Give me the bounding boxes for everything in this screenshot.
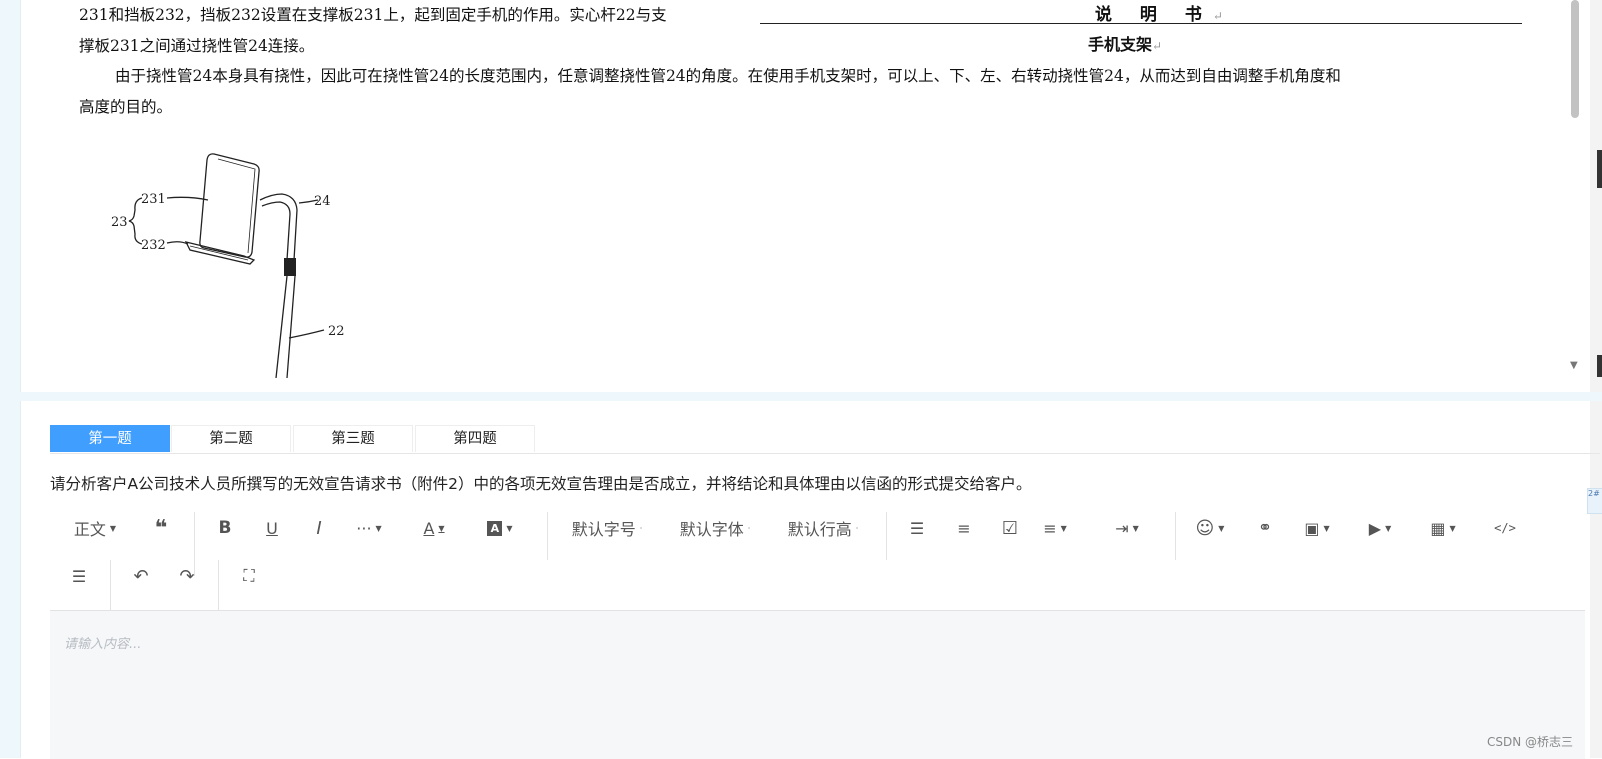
table-icon[interactable]: ▦ ▼: [1423, 512, 1463, 544]
bold-icon[interactable]: B: [210, 512, 240, 544]
figure-label-232: 232: [141, 238, 166, 253]
toolbar-separator: [547, 512, 548, 560]
emotion-icon[interactable]: ☺ ▼: [1190, 512, 1230, 544]
font-size-select[interactable]: 默认字号 ·: [562, 512, 652, 544]
figure-label-23: 23: [111, 215, 128, 230]
divider-icon[interactable]: ☰: [64, 560, 94, 592]
document-scrollbar-thumb[interactable]: [1571, 0, 1579, 118]
solid-rod: [275, 275, 288, 378]
more-icon[interactable]: ··· ▼: [350, 512, 388, 544]
toolbar-separator: [110, 560, 111, 610]
return-mark: ↵: [1212, 9, 1223, 23]
figure-label-231: 231: [141, 192, 166, 207]
toolbar-separator: [886, 512, 887, 560]
toolbar-separator: [1175, 512, 1176, 560]
doc-paragraph-line-3: 由于挠性管24本身具有挠性，因此可在挠性管24的长度范围内，任意调整挠性管24的…: [115, 67, 1341, 85]
edge-marker: [1597, 150, 1602, 188]
phone-stand-figure: 231 232 23 24 22: [111, 153, 345, 378]
underline-icon[interactable]: U: [257, 512, 287, 544]
image-icon[interactable]: ▣ ▼: [1297, 512, 1337, 544]
numbered-list-icon[interactable]: ≡: [949, 512, 979, 544]
question-text: 请分析客户A公司技术人员所撰写的无效宣告请求书（附件2）中的各项无效宣告理由是否…: [50, 475, 1032, 493]
font-family-select[interactable]: 默认字体 ·: [670, 512, 760, 544]
scroll-down-icon[interactable]: ▼: [1570, 360, 1578, 371]
font-color-icon[interactable]: A ▼: [415, 512, 453, 544]
doc-title-text: 说 明 书: [1095, 5, 1213, 25]
italic-icon[interactable]: I: [304, 512, 334, 544]
question-tabs: 第一题 第二题 第三题 第四题: [50, 425, 1600, 454]
edge-marker: [1597, 355, 1602, 377]
line-height-select[interactable]: 默认行高 ·: [778, 512, 868, 544]
quote-icon[interactable]: ❝: [146, 512, 176, 544]
tab-question-2[interactable]: 第二题: [171, 425, 291, 452]
link-icon[interactable]: ⚭: [1250, 512, 1280, 544]
support-plate: [199, 153, 260, 258]
redo-icon[interactable]: ↷: [172, 560, 202, 592]
align-icon[interactable]: ≡ ▼: [1035, 512, 1075, 544]
left-side-strip: [0, 0, 21, 758]
toolbar-separator: [218, 560, 219, 610]
tab-question-4[interactable]: 第四题: [415, 425, 535, 452]
tab-question-3[interactable]: 第三题: [293, 425, 413, 452]
background-color-icon[interactable]: A ▼: [480, 512, 520, 544]
editor-toolbar: 正文 ▼ ❝ B U I ··· ▼ A ▼ A ▼ 默认字号 · 默认字体 · 默认行高 ·…: [50, 512, 1585, 610]
doc-paragraph-line-1: 231和挡板232，挡板232设置在支撑板231上，起到固定手机的作用。实心杆2…: [79, 6, 667, 24]
doc-paragraph-line-4: 高度的目的。: [79, 98, 173, 116]
edge-badge[interactable]: 2#: [1587, 488, 1602, 514]
watermark: CSDN @桥志三: [1487, 735, 1574, 749]
section-divider: [20, 392, 1602, 401]
figure-label-22: 22: [328, 324, 345, 339]
todo-icon[interactable]: ☑: [995, 512, 1025, 544]
doc-subtitle-text: 手机支架: [1088, 35, 1153, 54]
tab-question-1[interactable]: 第一题: [50, 425, 170, 452]
return-mark: ↵: [1152, 39, 1163, 53]
undo-icon[interactable]: ↶: [126, 560, 156, 592]
editor-placeholder: 请输入内容...: [64, 637, 142, 652]
answer-editor[interactable]: 请输入内容...: [50, 610, 1585, 759]
paragraph-style-select[interactable]: 正文 ▼: [64, 512, 126, 544]
video-icon[interactable]: ▶ ▼: [1360, 512, 1400, 544]
doc-subtitle: 手机支架↵: [1088, 31, 1162, 55]
indent-icon[interactable]: ⇥ ▼: [1107, 512, 1147, 544]
fullscreen-icon[interactable]: ⛶: [234, 560, 264, 592]
doc-title: 说 明 书↵: [1095, 0, 1223, 25]
tube-coil: [284, 258, 296, 276]
right-side-strip: [1590, 0, 1602, 758]
bulleted-list-icon[interactable]: ☰: [902, 512, 932, 544]
flexible-tube: [259, 193, 298, 261]
doc-paragraph-line-2: 撑板231之间通过挠性管24连接。: [79, 37, 315, 55]
code-icon[interactable]: </>: [1490, 512, 1520, 544]
figure-label-24: 24: [314, 194, 331, 209]
